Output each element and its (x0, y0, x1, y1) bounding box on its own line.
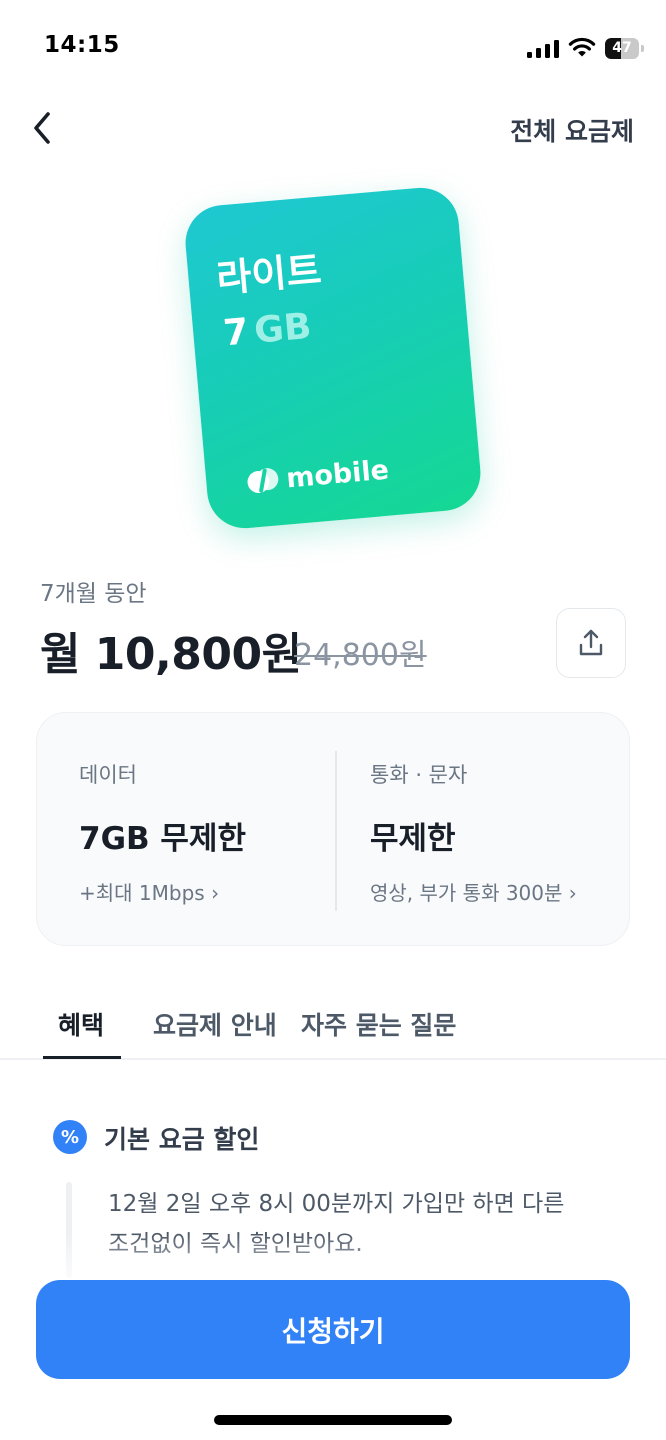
summary-divider (335, 751, 337, 911)
plan-name: 라이트 (214, 247, 324, 301)
active-tab-indicator (43, 1056, 121, 1059)
tab-faq[interactable]: 자주 묻는 질문 (301, 1006, 456, 1042)
benefit-description-line-1: 12월 2일 오후 8시 00분까지 가입만 하면 다른 (108, 1191, 565, 1217)
call-value: 무제한 (370, 821, 456, 857)
call-label: 통화 · 문자 (370, 763, 468, 787)
brand-name: mobile (284, 454, 391, 494)
data-label: 데이터 (79, 763, 137, 787)
plan-data-amount: 7GB (222, 306, 313, 355)
brand-logo: mobile (245, 454, 390, 498)
status-time: 14:15 (44, 32, 120, 58)
plan-card: 라이트 7GB mobile (182, 184, 484, 532)
percent-icon: % (53, 1120, 87, 1154)
all-plans-link[interactable]: 전체 요금제 (510, 112, 634, 148)
original-price: 24,800원 (294, 638, 427, 673)
plan-data-unit: GB (252, 305, 314, 352)
wifi-icon (568, 37, 596, 57)
back-button[interactable] (28, 108, 58, 148)
share-button[interactable] (556, 608, 626, 678)
tab-plan-info[interactable]: 요금제 안내 (153, 1006, 277, 1042)
call-extra-link[interactable]: 영상, 부가 통화 300분 › (370, 877, 577, 906)
data-value: 7GB 무제한 (79, 821, 246, 857)
brand-logo-icon (247, 468, 279, 493)
battery-percent: 47 (612, 40, 632, 56)
share-icon (579, 629, 603, 656)
data-speed-link[interactable]: +최대 1Mbps › (79, 877, 219, 906)
cellular-signal-icon (527, 40, 559, 58)
apply-button[interactable]: 신청하기 (36, 1280, 630, 1379)
benefit-title: 기본 요금 할인 (104, 1125, 260, 1154)
battery-icon: 47 (605, 38, 645, 59)
contract-period: 7개월 동안 (40, 581, 147, 607)
tab-benefits[interactable]: 혜택 (58, 1006, 104, 1042)
home-indicator (214, 1415, 452, 1425)
plan-summary-box: 데이터 7GB 무제한 +최대 1Mbps › 통화 · 문자 무제한 영상, … (36, 712, 630, 946)
plan-data-number: 7 (221, 311, 251, 355)
monthly-price: 월 10,800원 (40, 629, 302, 680)
